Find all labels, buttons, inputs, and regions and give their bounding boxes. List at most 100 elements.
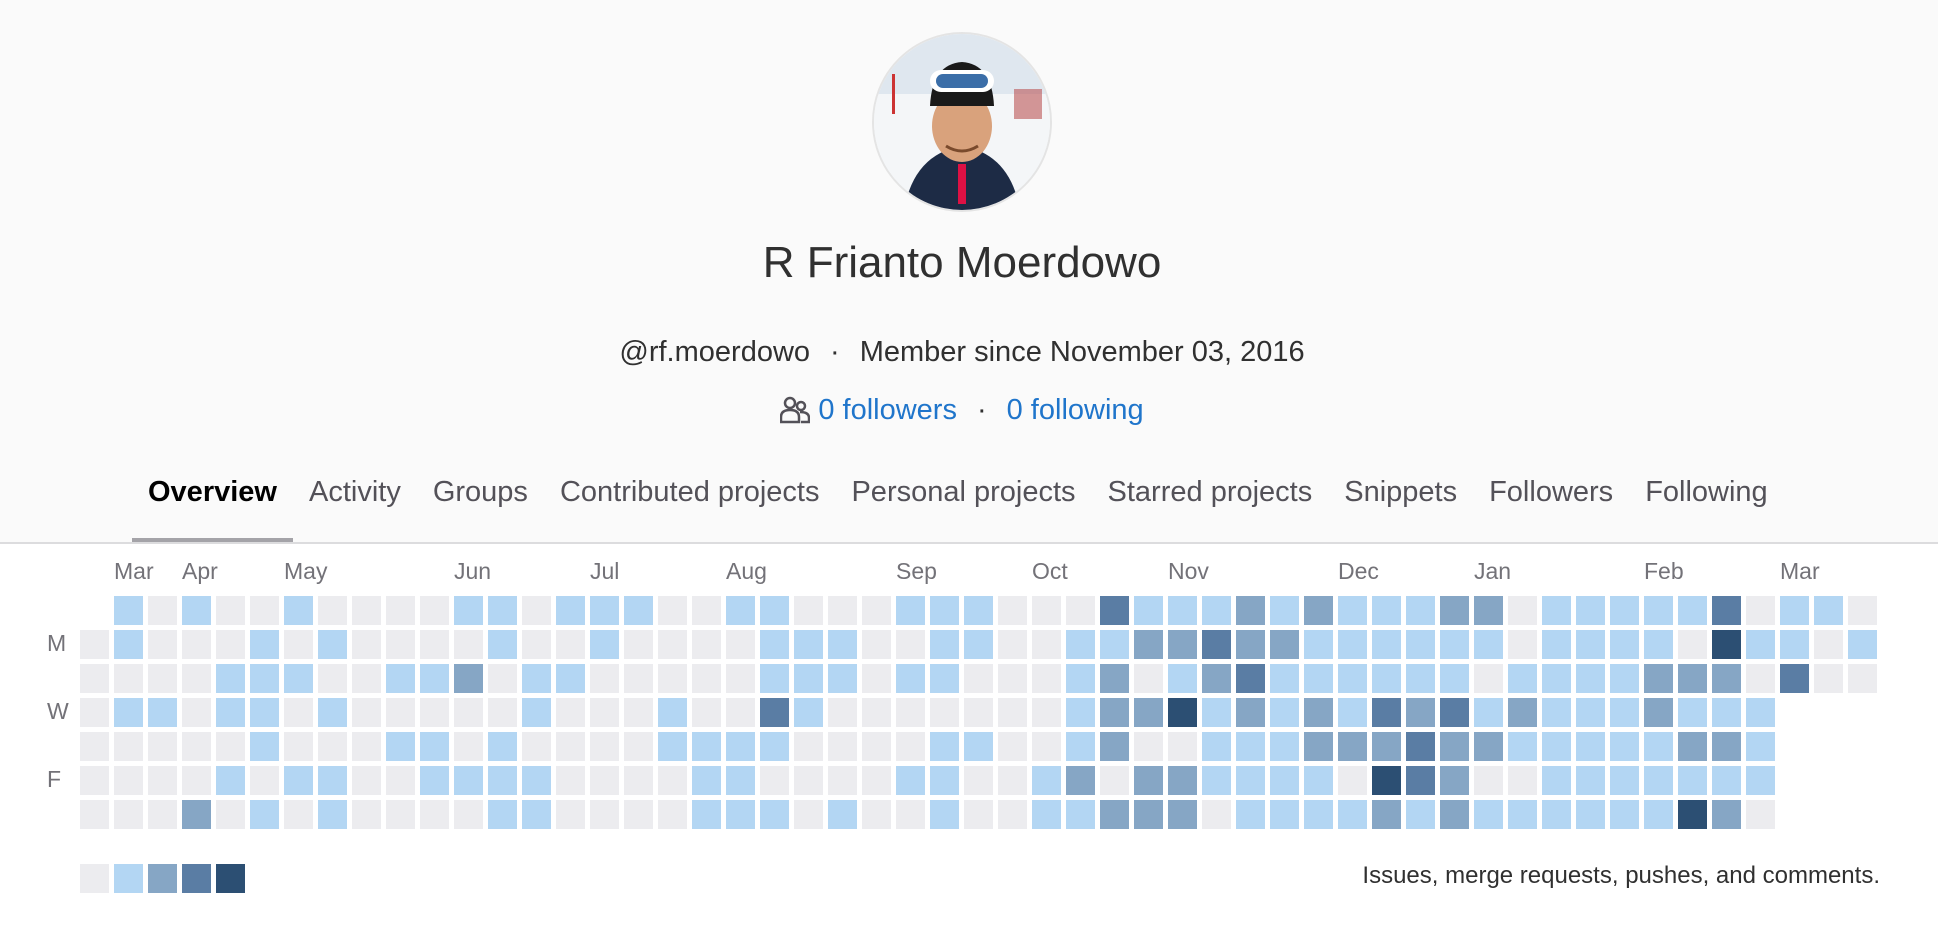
- calendar-day-cell[interactable]: [692, 766, 721, 795]
- calendar-day-cell[interactable]: [556, 766, 585, 795]
- calendar-day-cell[interactable]: [1032, 698, 1061, 727]
- calendar-day-cell[interactable]: [1338, 766, 1367, 795]
- calendar-day-cell[interactable]: [760, 732, 789, 761]
- calendar-day-cell[interactable]: [1576, 698, 1605, 727]
- calendar-day-cell[interactable]: [1644, 766, 1673, 795]
- calendar-day-cell[interactable]: [726, 664, 755, 693]
- calendar-day-cell[interactable]: [794, 630, 823, 659]
- calendar-day-cell[interactable]: [148, 766, 177, 795]
- calendar-day-cell[interactable]: [1712, 664, 1741, 693]
- calendar-day-cell[interactable]: [1338, 698, 1367, 727]
- calendar-day-cell[interactable]: [284, 664, 313, 693]
- calendar-day-cell[interactable]: [1610, 630, 1639, 659]
- calendar-day-cell[interactable]: [896, 732, 925, 761]
- calendar-day-cell[interactable]: [284, 596, 313, 625]
- calendar-day-cell[interactable]: [794, 664, 823, 693]
- calendar-day-cell[interactable]: [1678, 800, 1707, 829]
- calendar-day-cell[interactable]: [1168, 630, 1197, 659]
- calendar-day-cell[interactable]: [590, 800, 619, 829]
- calendar-day-cell[interactable]: [1678, 596, 1707, 625]
- calendar-day-cell[interactable]: [1610, 800, 1639, 829]
- calendar-day-cell[interactable]: [1712, 596, 1741, 625]
- calendar-day-cell[interactable]: [1236, 630, 1265, 659]
- calendar-day-cell[interactable]: [828, 800, 857, 829]
- calendar-day-cell[interactable]: [318, 596, 347, 625]
- calendar-day-cell[interactable]: [1406, 664, 1435, 693]
- calendar-day-cell[interactable]: [1440, 766, 1469, 795]
- calendar-day-cell[interactable]: [1576, 630, 1605, 659]
- calendar-day-cell[interactable]: [1576, 596, 1605, 625]
- calendar-day-cell[interactable]: [556, 630, 585, 659]
- calendar-day-cell[interactable]: [1372, 664, 1401, 693]
- calendar-day-cell[interactable]: [488, 732, 517, 761]
- calendar-day-cell[interactable]: [1168, 664, 1197, 693]
- calendar-day-cell[interactable]: [80, 766, 109, 795]
- calendar-day-cell[interactable]: [182, 766, 211, 795]
- calendar-day-cell[interactable]: [114, 732, 143, 761]
- calendar-day-cell[interactable]: [1066, 664, 1095, 693]
- calendar-day-cell[interactable]: [760, 664, 789, 693]
- calendar-day-cell[interactable]: [1304, 664, 1333, 693]
- calendar-day-cell[interactable]: [148, 596, 177, 625]
- calendar-day-cell[interactable]: [250, 698, 279, 727]
- tab-followers[interactable]: Followers: [1473, 462, 1629, 542]
- calendar-day-cell[interactable]: [1678, 664, 1707, 693]
- calendar-day-cell[interactable]: [1542, 698, 1571, 727]
- avatar[interactable]: [872, 32, 1052, 212]
- following-link[interactable]: 0 following: [1007, 394, 1144, 426]
- calendar-day-cell[interactable]: [182, 630, 211, 659]
- calendar-day-cell[interactable]: [1644, 732, 1673, 761]
- calendar-day-cell[interactable]: [420, 596, 449, 625]
- calendar-day-cell[interactable]: [80, 698, 109, 727]
- calendar-day-cell[interactable]: [1576, 800, 1605, 829]
- calendar-day-cell[interactable]: [1474, 698, 1503, 727]
- calendar-day-cell[interactable]: [216, 800, 245, 829]
- calendar-day-cell[interactable]: [760, 766, 789, 795]
- tab-following[interactable]: Following: [1629, 462, 1784, 542]
- calendar-day-cell[interactable]: [182, 698, 211, 727]
- calendar-day-cell[interactable]: [352, 732, 381, 761]
- calendar-day-cell[interactable]: [114, 698, 143, 727]
- calendar-day-cell[interactable]: [1066, 800, 1095, 829]
- calendar-day-cell[interactable]: [726, 596, 755, 625]
- calendar-day-cell[interactable]: [114, 596, 143, 625]
- calendar-day-cell[interactable]: [1644, 630, 1673, 659]
- calendar-day-cell[interactable]: [1032, 732, 1061, 761]
- calendar-day-cell[interactable]: [1712, 630, 1741, 659]
- calendar-day-cell[interactable]: [1066, 630, 1095, 659]
- calendar-day-cell[interactable]: [1406, 766, 1435, 795]
- calendar-day-cell[interactable]: [148, 732, 177, 761]
- calendar-day-cell[interactable]: [420, 800, 449, 829]
- calendar-day-cell[interactable]: [658, 596, 687, 625]
- calendar-day-cell[interactable]: [556, 664, 585, 693]
- calendar-day-cell[interactable]: [1848, 664, 1877, 693]
- calendar-day-cell[interactable]: [1848, 630, 1877, 659]
- calendar-day-cell[interactable]: [1542, 664, 1571, 693]
- calendar-day-cell[interactable]: [1644, 596, 1673, 625]
- calendar-day-cell[interactable]: [930, 698, 959, 727]
- calendar-day-cell[interactable]: [658, 664, 687, 693]
- calendar-day-cell[interactable]: [1202, 698, 1231, 727]
- calendar-day-cell[interactable]: [1270, 766, 1299, 795]
- calendar-day-cell[interactable]: [998, 698, 1027, 727]
- calendar-day-cell[interactable]: [1474, 800, 1503, 829]
- calendar-day-cell[interactable]: [1372, 698, 1401, 727]
- calendar-day-cell[interactable]: [1236, 732, 1265, 761]
- tab-starred-projects[interactable]: Starred projects: [1092, 462, 1329, 542]
- calendar-day-cell[interactable]: [148, 664, 177, 693]
- calendar-day-cell[interactable]: [1304, 766, 1333, 795]
- calendar-day-cell[interactable]: [590, 596, 619, 625]
- calendar-day-cell[interactable]: [1066, 766, 1095, 795]
- calendar-day-cell[interactable]: [148, 698, 177, 727]
- calendar-day-cell[interactable]: [352, 766, 381, 795]
- calendar-day-cell[interactable]: [386, 698, 415, 727]
- calendar-day-cell[interactable]: [1100, 732, 1129, 761]
- calendar-day-cell[interactable]: [964, 596, 993, 625]
- calendar-day-cell[interactable]: [1474, 664, 1503, 693]
- calendar-day-cell[interactable]: [760, 800, 789, 829]
- calendar-day-cell[interactable]: [930, 766, 959, 795]
- calendar-day-cell[interactable]: [1372, 630, 1401, 659]
- tab-activity[interactable]: Activity: [293, 462, 417, 542]
- calendar-day-cell[interactable]: [964, 664, 993, 693]
- calendar-day-cell[interactable]: [658, 732, 687, 761]
